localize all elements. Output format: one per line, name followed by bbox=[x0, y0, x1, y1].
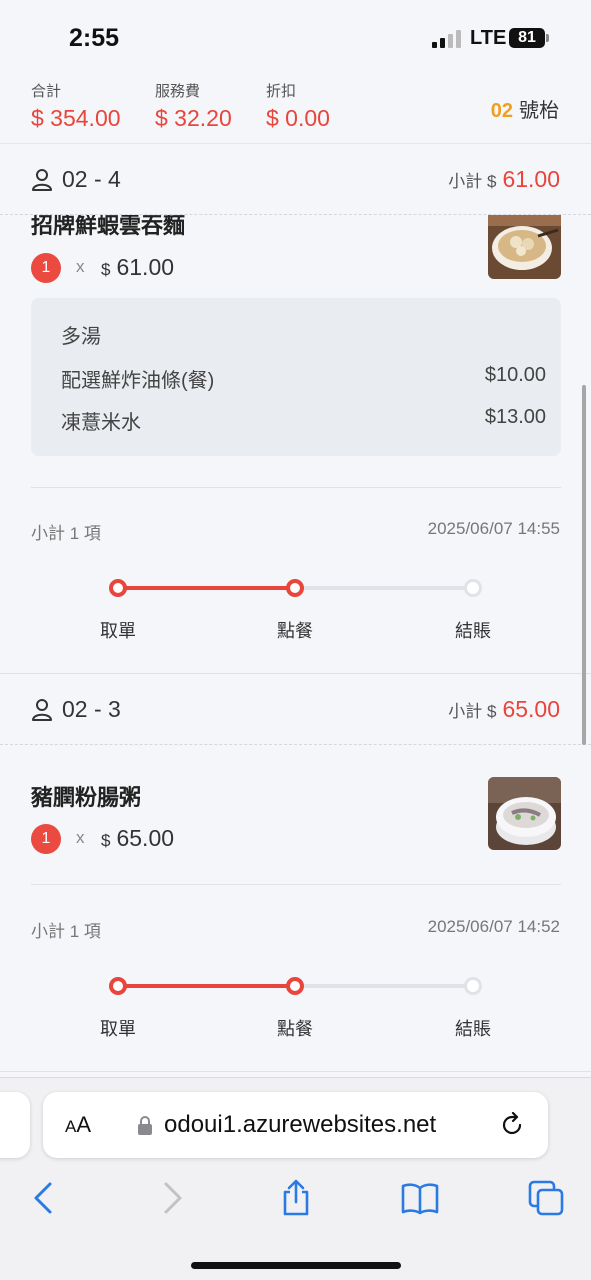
order-subtotal: 小計 $ 61.00 bbox=[448, 166, 560, 193]
reader-settings-button[interactable]: AA bbox=[65, 1112, 91, 1138]
home-indicator[interactable] bbox=[191, 1262, 401, 1269]
times-sign: x bbox=[76, 828, 85, 847]
step-label-checkout: 結賬 bbox=[455, 1019, 491, 1039]
step-label-pickup: 取單 bbox=[100, 621, 136, 641]
option-row: 凍薏米水 $13.00 bbox=[61, 406, 546, 435]
tabs-icon[interactable] bbox=[526, 1178, 566, 1218]
quantity-badge: 1 bbox=[31, 253, 61, 283]
order-header-2[interactable]: 02 - 3 小計 $ 65.00 bbox=[0, 675, 591, 745]
item-options: 多湯 配選鮮炸油條(餐) $10.00 凍薏米水 $13.00 bbox=[31, 298, 561, 456]
option-price: $10.00 bbox=[484, 364, 546, 386]
status-bar: 2:55 LTE 81 bbox=[0, 0, 591, 76]
divider bbox=[31, 884, 561, 885]
step-dot-order bbox=[286, 977, 304, 995]
order-timestamp: 2025/06/07 14:52 bbox=[427, 917, 560, 936]
subtotal-label: 小計 $ bbox=[448, 172, 497, 191]
browser-toolbar: AA odoui1.azurewebsites.net bbox=[0, 1077, 591, 1280]
option-row: 配選鮮炸油條(餐) $10.00 bbox=[61, 364, 546, 393]
step-dot-pickup bbox=[109, 977, 127, 995]
service-value: $ 32.20 bbox=[155, 105, 232, 131]
quantity-badge: 1 bbox=[31, 824, 61, 854]
item-price-value: 61.00 bbox=[116, 254, 175, 280]
order-id: 02 - 3 bbox=[62, 696, 121, 722]
lock-icon bbox=[138, 1116, 152, 1135]
progress-line-done bbox=[118, 586, 295, 590]
order-progress: 取單 點餐 結賬 bbox=[0, 569, 591, 641]
battery-icon: 81 bbox=[509, 28, 545, 48]
service-block: 服務費 $ 32.20 bbox=[155, 80, 232, 132]
item-price: $65.00 bbox=[101, 825, 174, 852]
food-image-congee[interactable] bbox=[488, 777, 561, 850]
total-label: 合計 bbox=[31, 83, 62, 100]
address-bar[interactable]: AA odoui1.azurewebsites.net bbox=[43, 1092, 548, 1158]
option-label: 配選鮮炸油條(餐) bbox=[61, 370, 215, 392]
discount-label: 折扣 bbox=[266, 83, 297, 100]
item-count: 小計 1 項 bbox=[31, 524, 101, 543]
table-number: 02 號枱 bbox=[491, 94, 559, 123]
currency-sign: $ bbox=[101, 831, 111, 850]
divider bbox=[31, 487, 561, 488]
step-label-order: 點餐 bbox=[277, 621, 313, 641]
total-block: 合計 $ 354.00 bbox=[31, 80, 121, 132]
option-price: $13.00 bbox=[484, 406, 546, 428]
order-header-1[interactable]: 02 - 4 小計 $ 61.00 bbox=[0, 145, 591, 215]
item-price-value: 65.00 bbox=[116, 825, 175, 851]
reload-icon[interactable] bbox=[499, 1112, 525, 1138]
item-price: $61.00 bbox=[101, 254, 174, 281]
back-icon[interactable] bbox=[24, 1178, 64, 1218]
bookmarks-icon[interactable] bbox=[400, 1178, 440, 1218]
person-icon bbox=[32, 699, 52, 721]
item-count: 小計 1 項 bbox=[31, 922, 101, 941]
option-row: 多湯 bbox=[61, 320, 546, 349]
step-dot-pickup bbox=[109, 579, 127, 597]
order-timestamp: 2025/06/07 14:55 bbox=[427, 519, 560, 538]
subtotal-value: 61.00 bbox=[502, 166, 560, 192]
section-divider bbox=[0, 673, 591, 674]
subtotal-value: 65.00 bbox=[502, 696, 560, 722]
url-text[interactable]: odoui1.azurewebsites.net bbox=[164, 1111, 436, 1139]
section-divider bbox=[0, 1071, 591, 1072]
forward-icon[interactable] bbox=[152, 1178, 192, 1218]
order-summary: 合計 $ 354.00 服務費 $ 32.20 折扣 $ 0.00 02 號枱 bbox=[0, 76, 591, 144]
share-icon[interactable] bbox=[276, 1178, 316, 1218]
previous-tab-peek[interactable] bbox=[0, 1092, 30, 1158]
option-label: 凍薏米水 bbox=[61, 412, 141, 434]
step-label-order: 點餐 bbox=[277, 1019, 313, 1039]
table-number-value: 02 bbox=[490, 100, 513, 122]
progress-line-todo bbox=[295, 984, 473, 988]
discount-value: $ 0.00 bbox=[266, 105, 330, 131]
progress-line-done bbox=[118, 984, 295, 988]
person-icon bbox=[32, 169, 52, 191]
step-label-checkout: 結賬 bbox=[455, 621, 491, 641]
subtotal-label: 小計 $ bbox=[448, 702, 497, 721]
total-value: $ 354.00 bbox=[31, 105, 121, 131]
times-sign: x bbox=[76, 257, 85, 276]
item-name[interactable]: 豬膶粉腸粥 bbox=[31, 780, 141, 812]
page-scrollbar[interactable] bbox=[582, 385, 586, 745]
discount-block: 折扣 $ 0.00 bbox=[266, 80, 330, 132]
signal-icon bbox=[432, 30, 462, 48]
step-label-pickup: 取單 bbox=[100, 1019, 136, 1039]
currency-sign: $ bbox=[101, 260, 111, 279]
order-progress: 取單 點餐 結賬 bbox=[0, 967, 591, 1039]
step-dot-checkout bbox=[464, 579, 482, 597]
table-number-suffix: 號枱 bbox=[519, 100, 559, 122]
status-time: 2:55 bbox=[69, 24, 120, 52]
battery-tip bbox=[546, 34, 549, 42]
progress-line-todo bbox=[295, 586, 473, 590]
food-image-wonton-noodles[interactable] bbox=[488, 214, 561, 279]
network-type: LTE bbox=[470, 27, 507, 49]
service-label: 服務費 bbox=[155, 83, 201, 100]
order-id: 02 - 4 bbox=[62, 166, 121, 192]
step-dot-checkout bbox=[464, 977, 482, 995]
step-dot-order bbox=[286, 579, 304, 597]
option-label: 多湯 bbox=[61, 326, 101, 348]
order-subtotal: 小計 $ 65.00 bbox=[448, 696, 560, 723]
